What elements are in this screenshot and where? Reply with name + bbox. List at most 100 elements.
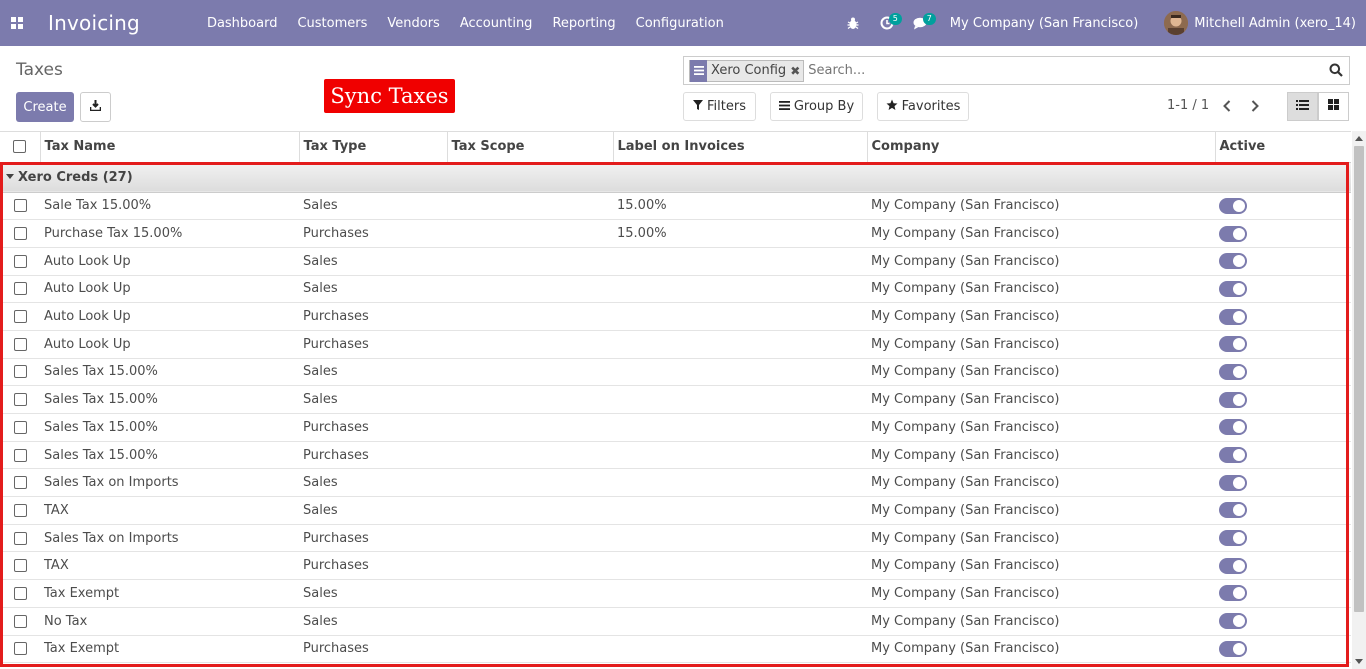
cell-tax-scope (447, 524, 613, 553)
table-row[interactable]: Auto Look Up Purchases My Company (San Fra… (0, 330, 1351, 359)
filters-button[interactable]: Filters (683, 92, 756, 121)
table-row[interactable]: Sale Tax 15.00% Sales 15.00% My Company (Sa… (0, 192, 1351, 221)
chevron-right-icon[interactable] (1247, 97, 1263, 115)
avatar[interactable] (1164, 11, 1189, 35)
active-toggle[interactable] (1219, 280, 1247, 297)
active-toggle[interactable] (1219, 474, 1247, 491)
row-checkbox[interactable] (0, 219, 40, 248)
active-toggle[interactable] (1219, 613, 1247, 630)
row-checkbox[interactable] (0, 302, 40, 331)
active-toggle[interactable] (1219, 640, 1247, 657)
row-checkbox[interactable] (0, 579, 40, 608)
chat-icon[interactable]: 7 (904, 0, 938, 46)
cell-tax-scope (447, 275, 613, 304)
group-header[interactable]: Xero Creds (27) (0, 162, 1351, 193)
row-checkbox[interactable] (0, 468, 40, 498)
table-row[interactable]: Sales Tax on Imports Sales My Company (San… (0, 468, 1351, 498)
row-checkbox[interactable] (0, 385, 40, 414)
close-icon[interactable]: ✖ (790, 64, 803, 78)
active-toggle[interactable] (1219, 197, 1247, 214)
group-by-button[interactable]: Group By (770, 92, 863, 121)
menu-configuration[interactable]: Configuration (626, 0, 734, 46)
table-row[interactable]: Tax Exempt Purchases My Company (San Franc… (0, 635, 1351, 664)
active-toggle[interactable] (1219, 308, 1247, 325)
column-tax-name[interactable]: Tax Name (40, 132, 300, 163)
table-row[interactable]: No Tax Sales My Company (San Francisco) (0, 607, 1351, 636)
row-checkbox[interactable] (0, 551, 40, 581)
row-checkbox[interactable] (0, 247, 40, 276)
apps-grid-icon[interactable] (0, 0, 33, 46)
table-row[interactable]: Sales Tax 15.00% Sales My Company (San Fra… (0, 358, 1351, 387)
active-toggle[interactable] (1219, 225, 1247, 242)
cell-tax-type: Sales (299, 275, 447, 304)
table-row[interactable]: TAX Sales My Company (San Francisco) (0, 496, 1351, 525)
table-row[interactable]: Purchase Tax 15.00% Purchases 15.00% My Com… (0, 219, 1351, 248)
user-menu[interactable]: Mitchell Admin (xero_14) (1194, 16, 1356, 31)
row-checkbox[interactable] (0, 192, 40, 221)
menu-vendors[interactable]: Vendors (377, 0, 449, 46)
kanban-view-button[interactable] (1318, 92, 1349, 121)
column-label-on-invoices[interactable]: Label on Invoices (613, 132, 868, 163)
row-checkbox[interactable] (0, 635, 40, 664)
search-input[interactable] (808, 63, 1309, 78)
favorites-button[interactable]: Favorites (877, 92, 969, 121)
group-row[interactable]: Xero Creds (27) (0, 162, 1351, 193)
cell-tax-name: Sales Tax 15.00% (40, 385, 299, 414)
cell-label-on-invoices (613, 385, 867, 414)
column-company[interactable]: Company (867, 132, 1216, 163)
scrollbar[interactable] (1352, 131, 1366, 669)
active-toggle[interactable] (1219, 363, 1247, 380)
pager-value[interactable]: 1-1 / 1 (1167, 98, 1209, 113)
bug-icon[interactable] (836, 0, 870, 46)
menu-dashboard[interactable]: Dashboard (197, 0, 288, 46)
table-row[interactable]: Auto Look Up Sales My Company (San Francis… (0, 247, 1351, 276)
cell-tax-name: Auto Look Up (40, 302, 299, 331)
search-icon[interactable] (1329, 63, 1343, 81)
active-toggle[interactable] (1219, 253, 1247, 270)
row-checkbox[interactable] (0, 441, 40, 470)
row-checkbox[interactable] (0, 496, 40, 525)
menu-reporting[interactable]: Reporting (542, 0, 625, 46)
active-toggle[interactable] (1219, 336, 1247, 353)
table-row[interactable]: Sales Tax 15.00% Purchases My Company (San… (0, 413, 1351, 442)
active-toggle[interactable] (1219, 557, 1247, 574)
create-button[interactable]: Create (16, 92, 74, 122)
download-button[interactable] (80, 92, 111, 122)
row-checkbox[interactable] (0, 358, 40, 387)
row-checkbox[interactable] (0, 330, 40, 359)
table-row[interactable]: Sales Tax on Imports Purchases My Company … (0, 524, 1351, 553)
menu-customers[interactable]: Customers (287, 0, 377, 46)
row-checkbox[interactable] (0, 607, 40, 636)
row-checkbox[interactable] (0, 275, 40, 304)
app-title[interactable]: Invoicing (48, 11, 140, 35)
column-active[interactable]: Active (1215, 132, 1351, 163)
menu-accounting[interactable]: Accounting (450, 0, 543, 46)
column-tax-type[interactable]: Tax Type (299, 132, 448, 163)
scroll-down-arrow-icon[interactable] (1355, 659, 1363, 664)
chevron-left-icon[interactable] (1219, 97, 1235, 115)
active-toggle[interactable] (1219, 530, 1247, 547)
row-checkbox[interactable] (0, 524, 40, 553)
table-row[interactable]: TAX Purchases My Company (San Francisco) (0, 551, 1351, 581)
select-all-checkbox[interactable] (0, 132, 41, 163)
active-toggle[interactable] (1219, 419, 1247, 436)
company-switcher[interactable]: My Company (San Francisco) (950, 16, 1138, 31)
active-toggle[interactable] (1219, 585, 1247, 602)
scroll-up-arrow-icon[interactable] (1355, 136, 1363, 141)
clock-icon[interactable]: 5 (870, 0, 904, 46)
table-row[interactable]: Tax Exempt Sales My Company (San Francisco… (0, 579, 1351, 608)
cell-active (1215, 330, 1351, 359)
table-row[interactable]: Auto Look Up Sales My Company (San Francis… (0, 275, 1351, 304)
column-tax-scope[interactable]: Tax Scope (447, 132, 614, 163)
table-row[interactable]: Auto Look Up Purchases My Company (San Fra… (0, 302, 1351, 331)
page-title: Taxes (16, 60, 63, 80)
table-row[interactable]: Sales Tax 15.00% Purchases My Company (San… (0, 441, 1351, 470)
cell-label-on-invoices (613, 496, 867, 525)
list-view-button[interactable] (1287, 92, 1318, 121)
active-toggle[interactable] (1219, 447, 1247, 464)
table-row[interactable]: Sales Tax 15.00% Sales My Company (San Fra… (0, 385, 1351, 414)
scrollbar-thumb[interactable] (1354, 146, 1364, 612)
active-toggle[interactable] (1219, 391, 1247, 408)
row-checkbox[interactable] (0, 413, 40, 442)
active-toggle[interactable] (1219, 502, 1247, 519)
